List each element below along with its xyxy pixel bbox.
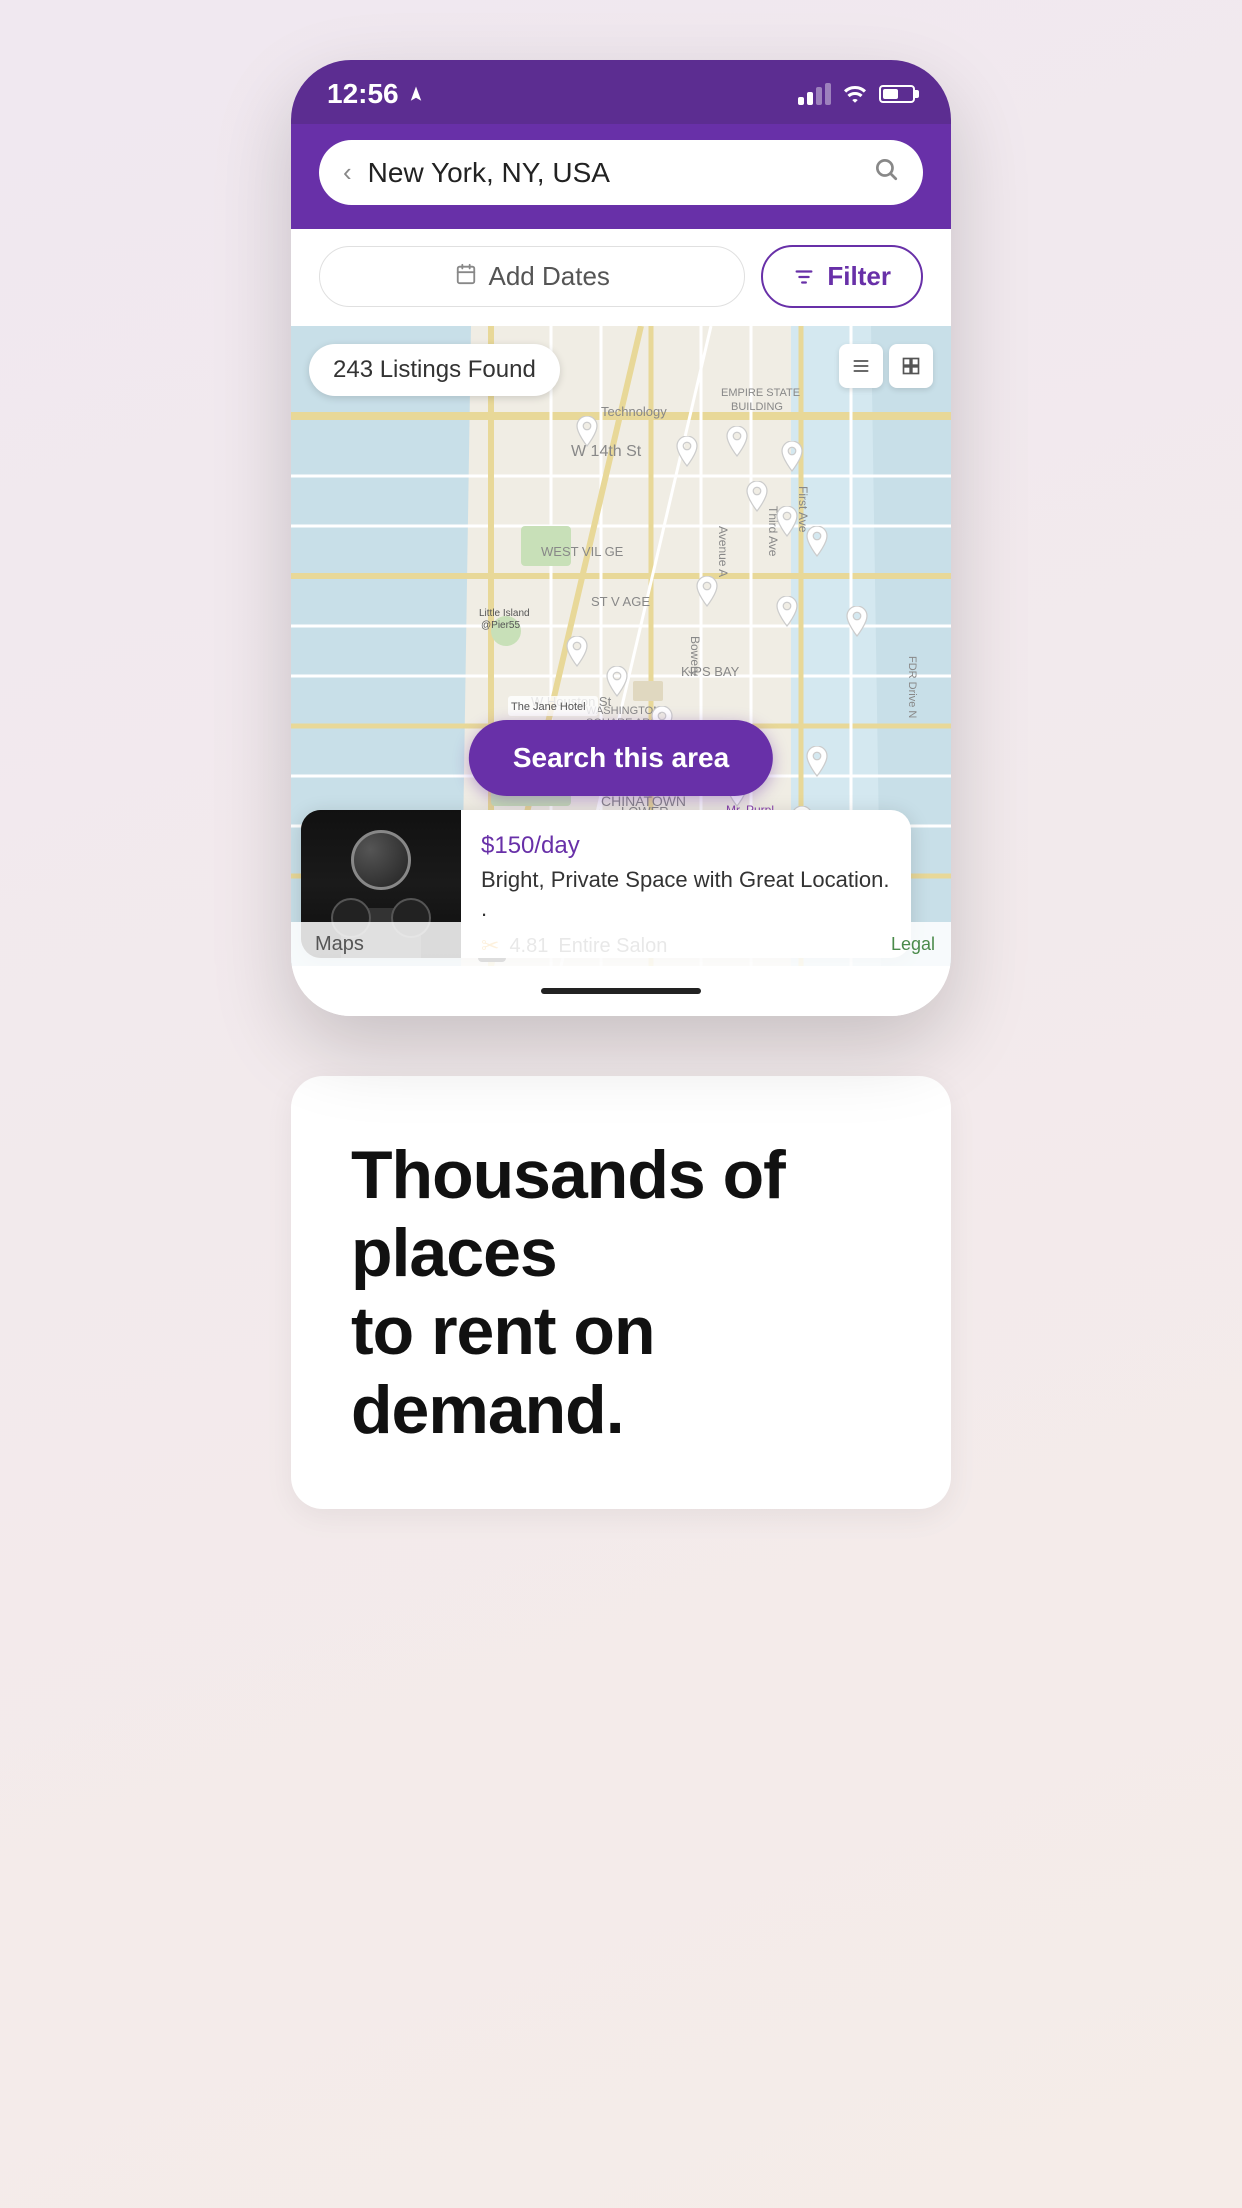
map-pin-11[interactable] <box>561 636 593 676</box>
signal-icon <box>798 83 831 105</box>
location-arrow-icon <box>407 85 425 103</box>
salon-mirror <box>351 830 411 890</box>
map-pin-12[interactable] <box>601 666 633 706</box>
svg-text:BUILDING: BUILDING <box>731 401 783 413</box>
svg-text:Avenue A: Avenue A <box>716 526 730 577</box>
home-indicator <box>291 966 951 1016</box>
promo-text: Thousands of places to rent on demand. <box>351 1136 891 1449</box>
map-pin-1[interactable] <box>571 416 603 456</box>
map-pin-5[interactable] <box>741 481 773 521</box>
promo-line2: to rent on demand. <box>351 1293 655 1447</box>
svg-text:Bowery: Bowery <box>688 636 702 676</box>
status-time: 12:56 <box>327 78 425 110</box>
map-container[interactable]: W 14th St SOHO CHINATOWN W Houston St Ca… <box>291 326 951 966</box>
svg-text:ST V AGE: ST V AGE <box>591 594 650 609</box>
search-location-text: New York, NY, USA <box>368 157 857 189</box>
price-per: /day <box>534 832 579 859</box>
map-pin-3[interactable] <box>721 426 753 466</box>
search-bar[interactable]: ‹ New York, NY, USA <box>319 140 923 205</box>
promo-line1: Thousands of places <box>351 1137 785 1291</box>
grid-view-toggle[interactable] <box>889 344 933 388</box>
map-pin-6[interactable] <box>771 506 803 546</box>
map-pin-7[interactable] <box>801 526 833 566</box>
svg-text:EMPIRE STATE: EMPIRE STATE <box>721 387 800 399</box>
map-pin-8[interactable] <box>691 576 723 616</box>
search-area-header: ‹ New York, NY, USA <box>291 124 951 229</box>
filter-icon <box>793 266 815 288</box>
add-dates-button[interactable]: Add Dates <box>319 246 745 307</box>
svg-text:@Pier55: @Pier55 <box>481 620 520 631</box>
listing-name: Bright, Private Space with Great Locatio… <box>481 866 891 923</box>
search-icon[interactable] <box>873 156 899 189</box>
filter-button[interactable]: Filter <box>761 245 923 308</box>
map-pin-2[interactable] <box>671 436 703 476</box>
status-bar: 12:56 <box>291 60 951 124</box>
svg-text:Little Island: Little Island <box>479 608 530 619</box>
status-icons <box>798 83 915 105</box>
wifi-icon <box>843 85 867 103</box>
phone-shell: 12:56 ‹ New York, NY, USA <box>291 60 951 1016</box>
maps-footer: Maps Legal <box>291 922 951 966</box>
listings-count-badge: 243 Listings Found <box>309 344 560 396</box>
search-area-button[interactable]: Search this area <box>469 720 773 796</box>
promo-section: Thousands of places to rent on demand. <box>291 1076 951 1509</box>
map-pin-4[interactable] <box>776 441 808 481</box>
filter-row: Add Dates Filter <box>291 229 951 326</box>
svg-text:The Jane Hotel: The Jane Hotel <box>511 701 586 713</box>
map-pin-9[interactable] <box>771 596 803 636</box>
listings-count-text: 243 Listings Found <box>333 356 536 384</box>
add-dates-label: Add Dates <box>489 261 610 292</box>
svg-text:FDR Drive N: FDR Drive N <box>906 656 918 718</box>
map-pin-10[interactable] <box>841 606 873 646</box>
clock: 12:56 <box>327 78 399 110</box>
map-pin-14[interactable] <box>801 746 833 786</box>
listing-price: $150/day <box>481 828 891 860</box>
home-bar <box>541 988 701 994</box>
legal-link[interactable]: Legal <box>891 934 935 955</box>
battery-icon <box>879 85 915 103</box>
apple-maps-brand: Maps <box>307 933 364 956</box>
filter-label: Filter <box>827 261 891 292</box>
svg-text:WEST VIL GE: WEST VIL GE <box>541 544 624 559</box>
list-view-toggle[interactable] <box>839 344 883 388</box>
svg-text:Technology: Technology <box>601 404 667 419</box>
map-view-toggles <box>839 344 933 388</box>
maps-brand-text: Maps <box>315 933 364 956</box>
calendar-icon <box>455 263 477 291</box>
back-button[interactable]: ‹ <box>343 157 352 188</box>
price-value: $150 <box>481 832 534 859</box>
